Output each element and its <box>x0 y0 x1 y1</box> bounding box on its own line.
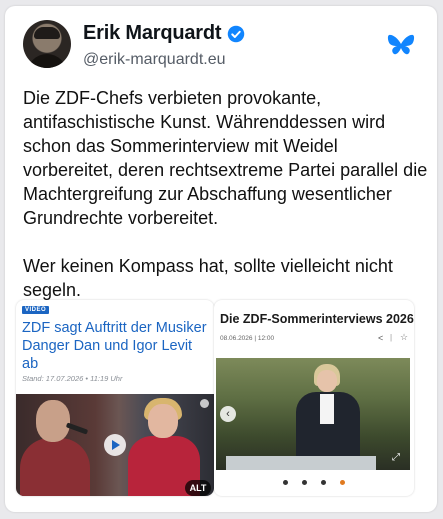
verified-check-icon <box>228 25 245 42</box>
carousel-dots <box>214 480 414 485</box>
author-row: Erik Marquardt <box>83 22 245 45</box>
avatar[interactable] <box>23 20 71 68</box>
alt-text-badge[interactable]: ALT <box>185 480 211 496</box>
bookmark-star-icon[interactable]: ☆ <box>400 332 408 343</box>
author-name[interactable]: Erik Marquardt <box>83 22 222 45</box>
post-paragraph: Die ZDF-Chefs verbieten provokante, anti… <box>23 88 428 228</box>
carousel-image[interactable]: ‹ ⤢ <box>216 358 410 470</box>
article-image-right[interactable]: Die ZDF-Sommerinterviews 2026 08.06.2026… <box>214 300 414 496</box>
author-handle[interactable]: @erik-marquardt.eu <box>83 51 226 69</box>
post-paragraph: Wer keinen Kompass hat, sollte vielleich… <box>23 256 393 300</box>
carousel-dot-active[interactable] <box>340 480 345 485</box>
video-thumbnail[interactable] <box>16 394 214 496</box>
article-meta: 08.06.2026 | 12:00 <box>220 335 275 342</box>
video-badge: VIDEO <box>22 306 50 314</box>
carousel-dot[interactable] <box>283 480 288 485</box>
share-icon[interactable]: < <box>378 333 383 343</box>
article-image-left[interactable]: VIDEO ZDF sagt Auftritt der Musiker Dang… <box>16 300 214 496</box>
post-text: Die ZDF-Chefs verbieten provokante, anti… <box>23 86 428 302</box>
divider: | <box>390 333 393 342</box>
carousel-dot[interactable] <box>321 480 326 485</box>
carousel-prev-icon[interactable]: ‹ <box>220 406 236 422</box>
bluesky-butterfly-icon[interactable] <box>387 33 415 57</box>
article-headline: ZDF sagt Auftritt der Musiker Danger Dan… <box>22 320 207 372</box>
expand-icon[interactable]: ⤢ <box>392 452 400 463</box>
article-date: Stand: 17.07.2026 • 11:19 Uhr <box>22 374 123 383</box>
play-icon[interactable] <box>104 434 126 456</box>
carousel-dot[interactable] <box>302 480 307 485</box>
settings-icon[interactable] <box>200 399 209 408</box>
article-title: Die ZDF-Sommerinterviews 2026 <box>220 312 414 326</box>
